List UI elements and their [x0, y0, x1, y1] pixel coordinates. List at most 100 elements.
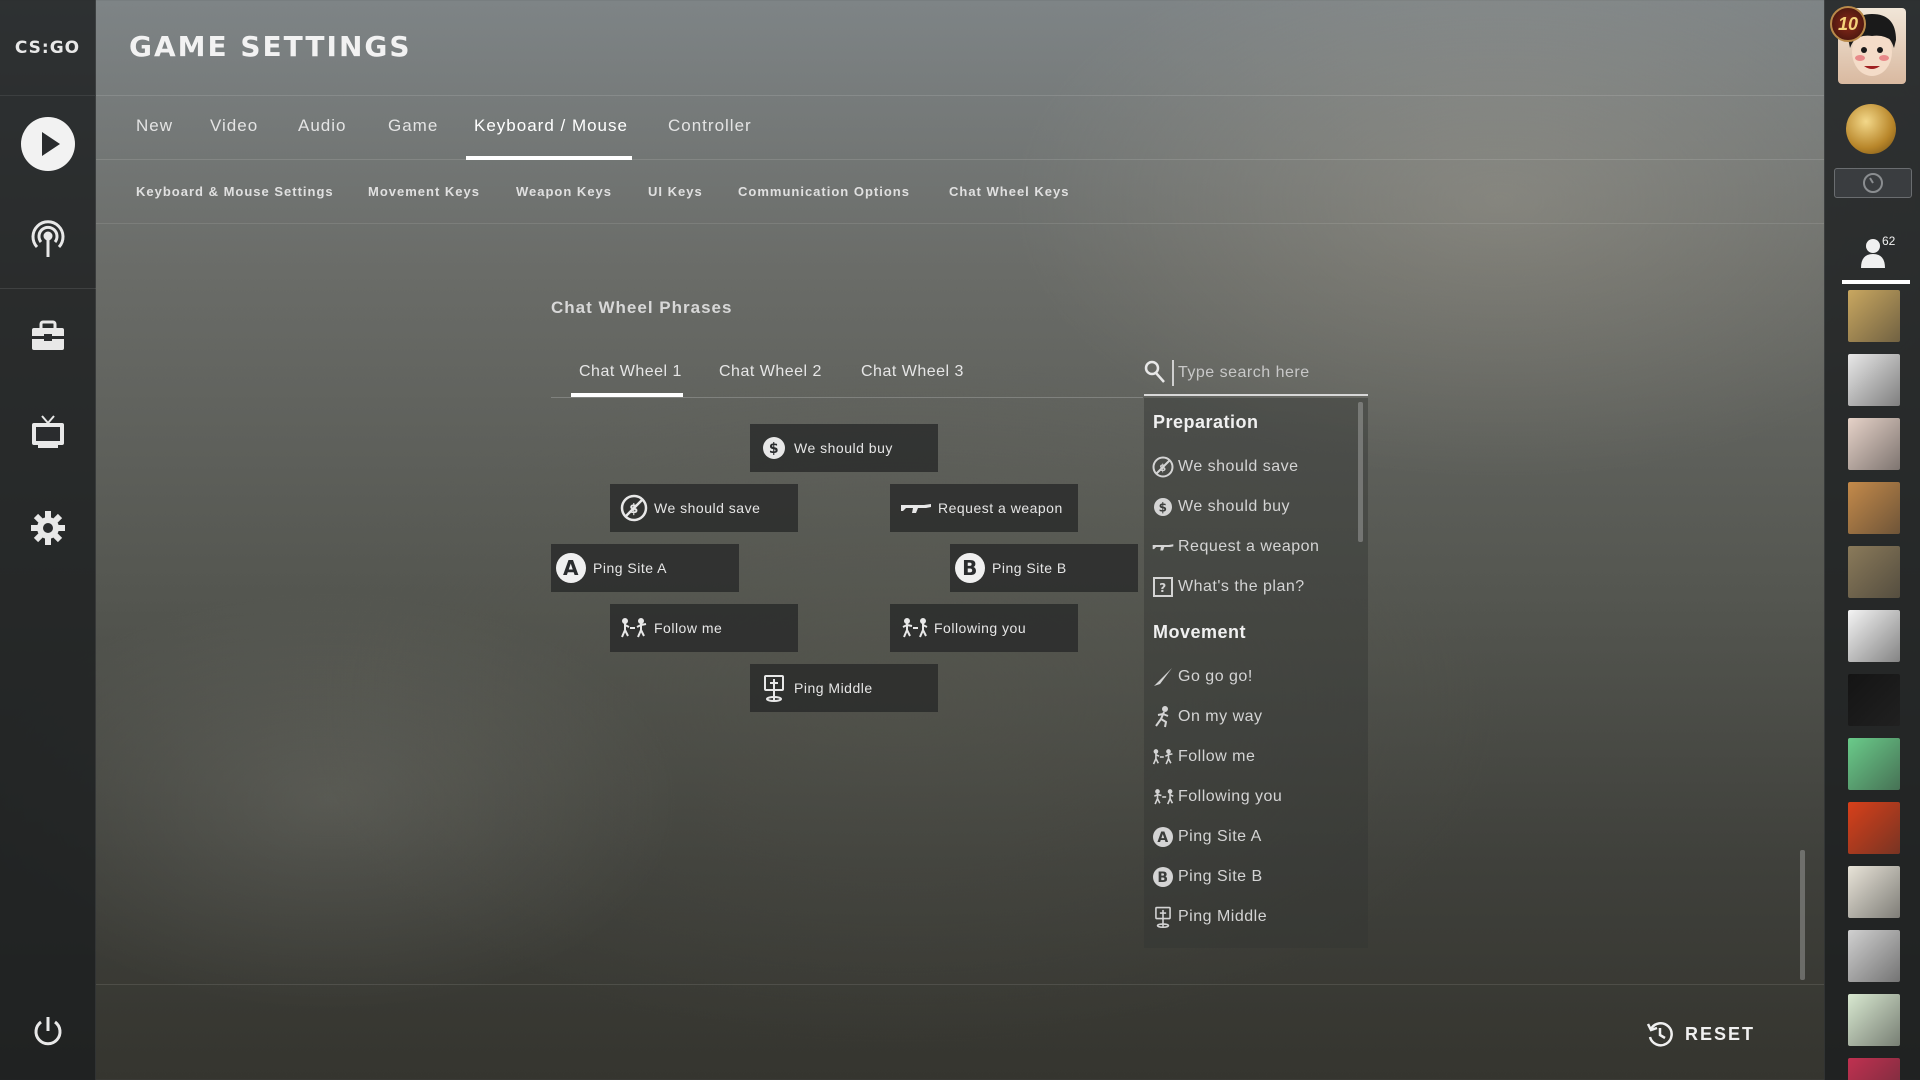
list-item-request-a-weapon[interactable]: Request a weapon: [1152, 534, 1319, 560]
list-item-ping-site-a[interactable]: A Ping Site A: [1152, 824, 1262, 850]
list-item-label: Go go go!: [1178, 668, 1253, 685]
wheel-slot-we-should-buy[interactable]: $ We should buy: [750, 424, 938, 472]
group-heading-preparation: Preparation: [1153, 412, 1259, 432]
wheel-slot-we-should-save[interactable]: $ We should save: [610, 484, 798, 532]
broadcast-icon: [31, 220, 65, 257]
tab-chat-wheel-1[interactable]: Chat Wheel 1: [579, 363, 682, 381]
slot-label: Ping Middle: [794, 680, 873, 696]
wheel-slot-ping-middle[interactable]: Ping Middle: [750, 664, 938, 712]
reset-button[interactable]: RESET: [1645, 1018, 1755, 1050]
slot-label: We should save: [654, 500, 761, 516]
list-item-label: On my way: [1178, 708, 1263, 725]
tab-game[interactable]: Game: [388, 116, 438, 136]
friend-avatar[interactable]: [1848, 546, 1900, 598]
tab-audio[interactable]: Audio: [298, 116, 346, 136]
tab-keyboard-mouse[interactable]: Keyboard / Mouse: [474, 116, 628, 136]
friend-avatar[interactable]: [1848, 930, 1900, 982]
settings-button[interactable]: [0, 488, 96, 568]
list-item-label: We should buy: [1178, 498, 1291, 515]
slot-label: We should buy: [794, 440, 893, 456]
page-title: GAME SETTINGS: [129, 30, 412, 63]
tv-icon: [32, 415, 64, 448]
tab-chat-wheel-2[interactable]: Chat Wheel 2: [719, 363, 822, 381]
svg-text:A: A: [563, 556, 579, 580]
running-icon: [1152, 706, 1174, 728]
tab-controller[interactable]: Controller: [668, 116, 752, 136]
list-item-go-go-go[interactable]: Go go go!: [1152, 664, 1253, 690]
wheel-slot-request-a-weapon[interactable]: Request a weapon: [890, 484, 1078, 532]
service-medal[interactable]: [1846, 104, 1896, 154]
svg-text:$: $: [1159, 501, 1168, 515]
play-button[interactable]: [0, 104, 96, 184]
inventory-button[interactable]: [0, 296, 96, 376]
follow-me-icon: [1152, 746, 1174, 768]
list-item-we-should-buy[interactable]: $ We should buy: [1152, 494, 1290, 520]
rifle-icon: [900, 494, 932, 522]
reset-icon: [1646, 1022, 1673, 1047]
friends-count: 62: [1882, 234, 1896, 248]
friends-tab[interactable]: 62: [1842, 228, 1910, 284]
list-item-we-should-save[interactable]: $ We should save: [1152, 454, 1299, 480]
sub-tabs: Keyboard & Mouse Settings Movement Keys …: [96, 160, 1824, 224]
friend-avatar[interactable]: [1848, 610, 1900, 662]
clock-icon: [1863, 173, 1883, 193]
wheel-slot-follow-me[interactable]: Follow me: [610, 604, 798, 652]
friend-avatar[interactable]: [1848, 1058, 1900, 1080]
friend-avatar[interactable]: [1848, 482, 1900, 534]
left-nav: CS:GO: [0, 0, 96, 1080]
inventory-icon: [32, 320, 64, 350]
play-icon: [21, 117, 75, 171]
wheel-slot-ping-site-a[interactable]: A Ping Site A: [551, 544, 739, 592]
friend-avatar[interactable]: [1848, 418, 1900, 470]
phrase-list-scrollbar[interactable]: [1358, 402, 1363, 542]
wheel-slot-following-you[interactable]: Following you: [890, 604, 1078, 652]
friend-avatar[interactable]: [1848, 738, 1900, 790]
search-input[interactable]: [1178, 360, 1364, 386]
slot-label: Ping Site A: [593, 560, 667, 576]
list-item-ping-site-b[interactable]: B Ping Site B: [1152, 864, 1263, 890]
text-caret: [1172, 360, 1174, 386]
subtab-keyboard-mouse-settings[interactable]: Keyboard & Mouse Settings: [136, 184, 334, 199]
list-item-following-you[interactable]: Following you: [1152, 784, 1282, 810]
subtab-movement-keys[interactable]: Movement Keys: [368, 184, 480, 199]
list-item-follow-me[interactable]: Follow me: [1152, 744, 1255, 770]
rifle-icon: [1152, 536, 1174, 558]
friend-avatar[interactable]: [1848, 354, 1900, 406]
follow-me-icon: [620, 614, 648, 642]
dollar-icon: $: [1152, 496, 1174, 518]
subtab-ui-keys[interactable]: UI Keys: [648, 184, 703, 199]
csgo-logo[interactable]: CS:GO: [0, 0, 95, 96]
friend-avatar[interactable]: [1848, 290, 1900, 342]
svg-text:B: B: [1157, 870, 1168, 886]
tab-video[interactable]: Video: [210, 116, 258, 136]
page-scrollbar[interactable]: [1800, 850, 1805, 980]
svg-text:$: $: [769, 441, 779, 457]
search-box: [1144, 354, 1368, 396]
list-item-on-my-way[interactable]: On my way: [1152, 704, 1263, 730]
group-heading-movement: Movement: [1153, 622, 1247, 642]
subtab-chat-wheel-keys[interactable]: Chat Wheel Keys: [949, 184, 1069, 199]
friend-avatar[interactable]: [1848, 994, 1900, 1046]
cooldown-timer: [1834, 168, 1912, 198]
list-item-label: Ping Middle: [1178, 908, 1268, 925]
tab-new[interactable]: New: [136, 116, 173, 136]
watch-button[interactable]: [0, 392, 96, 472]
following-you-icon: [900, 614, 928, 642]
list-item-ping-middle[interactable]: Ping Middle: [1152, 904, 1267, 930]
question-box-icon: ?: [1152, 576, 1174, 598]
subtab-communication-options[interactable]: Communication Options: [738, 184, 910, 199]
logo-text: CS:GO: [14, 37, 81, 58]
quit-button[interactable]: [0, 992, 96, 1072]
friend-avatar[interactable]: [1848, 866, 1900, 918]
list-item-label: Ping Site B: [1178, 868, 1263, 885]
friend-avatar[interactable]: [1848, 802, 1900, 854]
list-item-whats-the-plan[interactable]: ? What's the plan?: [1152, 574, 1305, 600]
watch-broadcast-button[interactable]: [0, 200, 96, 280]
wheel-slot-ping-site-b[interactable]: B Ping Site B: [950, 544, 1138, 592]
tab-chat-wheel-3[interactable]: Chat Wheel 3: [861, 363, 964, 381]
svg-text:A: A: [1157, 830, 1168, 846]
svg-text:?: ?: [1159, 581, 1166, 595]
subtab-weapon-keys[interactable]: Weapon Keys: [516, 184, 612, 199]
list-item-label: We should save: [1178, 458, 1299, 475]
friend-avatar[interactable]: [1848, 674, 1900, 726]
